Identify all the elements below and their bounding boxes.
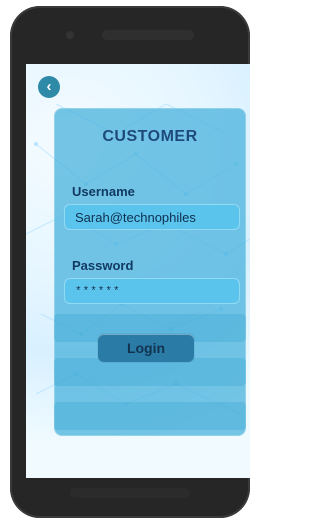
password-field[interactable]: ****** [64,278,240,304]
form-title: CUSTOMER [102,128,198,145]
username-field[interactable]: Sarah@technophiles [64,204,240,230]
phone-frame: ‹ CUSTOMER Username Sarah@technophiles P… [10,6,250,518]
background-bar [54,358,246,386]
back-button[interactable]: ‹ [38,76,60,98]
login-button[interactable]: Login [98,334,194,362]
chevron-left-icon: ‹ [46,78,52,95]
password-label: Password [72,258,134,273]
home-bar [70,488,190,498]
username-label: Username [72,184,135,199]
login-card: CUSTOMER Username Sarah@technophiles Pas… [54,108,246,436]
camera [66,31,74,39]
background-bar [54,402,246,430]
speaker [102,30,194,40]
